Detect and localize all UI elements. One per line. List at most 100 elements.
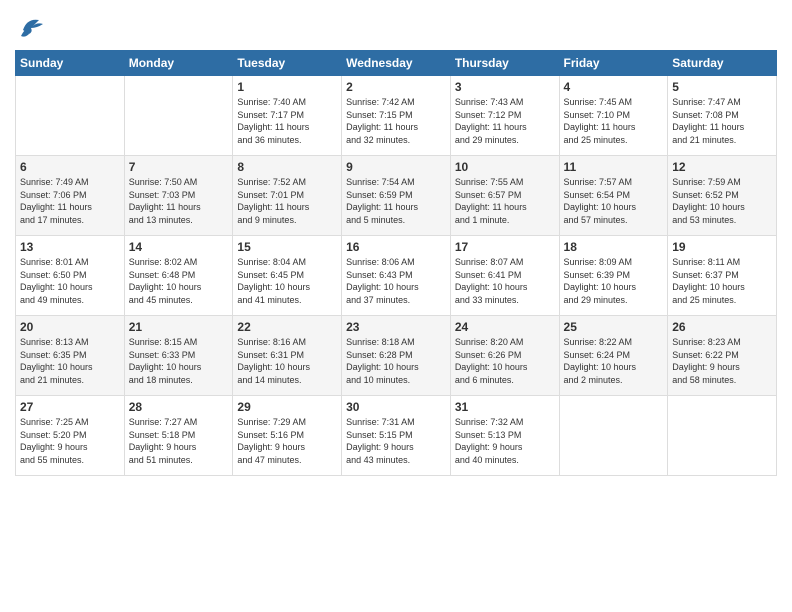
calendar-cell: 16 Sunrise: 8:06 AM Sunset: 6:43 PM Dayli… — [342, 236, 451, 316]
day-info: Sunrise: 8:23 AM Sunset: 6:22 PM Dayligh… — [672, 336, 772, 386]
day-info: Sunrise: 7:40 AM Sunset: 7:17 PM Dayligh… — [237, 96, 337, 146]
day-number: 7 — [129, 160, 229, 174]
day-info: Sunrise: 8:18 AM Sunset: 6:28 PM Dayligh… — [346, 336, 446, 386]
calendar-cell: 7 Sunrise: 7:50 AM Sunset: 7:03 PM Daylig… — [124, 156, 233, 236]
calendar-cell: 6 Sunrise: 7:49 AM Sunset: 7:06 PM Daylig… — [16, 156, 125, 236]
day-info: Sunrise: 7:25 AM Sunset: 5:20 PM Dayligh… — [20, 416, 120, 466]
calendar-cell: 11 Sunrise: 7:57 AM Sunset: 6:54 PM Dayli… — [559, 156, 668, 236]
calendar-cell: 29 Sunrise: 7:29 AM Sunset: 5:16 PM Dayli… — [233, 396, 342, 476]
day-info: Sunrise: 7:31 AM Sunset: 5:15 PM Dayligh… — [346, 416, 446, 466]
calendar-cell: 1Sunrise: 7:40 AM Sunset: 7:17 PM Daylig… — [233, 76, 342, 156]
day-number: 27 — [20, 400, 120, 414]
calendar-cell: 24 Sunrise: 8:20 AM Sunset: 6:26 PM Dayli… — [450, 316, 559, 396]
day-number: 12 — [672, 160, 772, 174]
day-number: 30 — [346, 400, 446, 414]
calendar-cell: 27 Sunrise: 7:25 AM Sunset: 5:20 PM Dayli… — [16, 396, 125, 476]
weekday-header-friday: Friday — [559, 51, 668, 76]
day-number: 8 — [237, 160, 337, 174]
calendar-cell — [668, 396, 777, 476]
day-info: Sunrise: 7:29 AM Sunset: 5:16 PM Dayligh… — [237, 416, 337, 466]
calendar-cell: 12 Sunrise: 7:59 AM Sunset: 6:52 PM Dayli… — [668, 156, 777, 236]
day-number: 2 — [346, 80, 446, 94]
day-info: Sunrise: 7:52 AM Sunset: 7:01 PM Dayligh… — [237, 176, 337, 226]
day-number: 26 — [672, 320, 772, 334]
day-number: 17 — [455, 240, 555, 254]
day-number: 9 — [346, 160, 446, 174]
calendar-cell: 21 Sunrise: 8:15 AM Sunset: 6:33 PM Dayli… — [124, 316, 233, 396]
day-info: Sunrise: 7:49 AM Sunset: 7:06 PM Dayligh… — [20, 176, 120, 226]
calendar-cell — [16, 76, 125, 156]
day-info: Sunrise: 7:45 AM Sunset: 7:10 PM Dayligh… — [564, 96, 664, 146]
day-number: 6 — [20, 160, 120, 174]
day-info: Sunrise: 8:06 AM Sunset: 6:43 PM Dayligh… — [346, 256, 446, 306]
day-info: Sunrise: 8:02 AM Sunset: 6:48 PM Dayligh… — [129, 256, 229, 306]
calendar-cell: 17 Sunrise: 8:07 AM Sunset: 6:41 PM Dayli… — [450, 236, 559, 316]
day-info: Sunrise: 7:43 AM Sunset: 7:12 PM Dayligh… — [455, 96, 555, 146]
weekday-header-thursday: Thursday — [450, 51, 559, 76]
calendar-cell: 13 Sunrise: 8:01 AM Sunset: 6:50 PM Dayli… — [16, 236, 125, 316]
day-number: 13 — [20, 240, 120, 254]
calendar-cell — [124, 76, 233, 156]
weekday-header-monday: Monday — [124, 51, 233, 76]
day-number: 5 — [672, 80, 772, 94]
day-number: 11 — [564, 160, 664, 174]
day-info: Sunrise: 8:16 AM Sunset: 6:31 PM Dayligh… — [237, 336, 337, 386]
weekday-header-wednesday: Wednesday — [342, 51, 451, 76]
week-row-0: 1Sunrise: 7:40 AM Sunset: 7:17 PM Daylig… — [16, 76, 777, 156]
calendar-cell: 15 Sunrise: 8:04 AM Sunset: 6:45 PM Dayli… — [233, 236, 342, 316]
day-info: Sunrise: 7:57 AM Sunset: 6:54 PM Dayligh… — [564, 176, 664, 226]
day-number: 14 — [129, 240, 229, 254]
calendar-table: SundayMondayTuesdayWednesdayThursdayFrid… — [15, 50, 777, 476]
day-info: Sunrise: 7:50 AM Sunset: 7:03 PM Dayligh… — [129, 176, 229, 226]
day-number: 20 — [20, 320, 120, 334]
calendar-cell: 22 Sunrise: 8:16 AM Sunset: 6:31 PM Dayli… — [233, 316, 342, 396]
calendar-cell: 8 Sunrise: 7:52 AM Sunset: 7:01 PM Daylig… — [233, 156, 342, 236]
day-number: 24 — [455, 320, 555, 334]
week-row-3: 20 Sunrise: 8:13 AM Sunset: 6:35 PM Dayli… — [16, 316, 777, 396]
day-number: 29 — [237, 400, 337, 414]
calendar-cell: 31Sunrise: 7:32 AM Sunset: 5:13 PM Dayli… — [450, 396, 559, 476]
day-info: Sunrise: 8:01 AM Sunset: 6:50 PM Dayligh… — [20, 256, 120, 306]
calendar-cell — [559, 396, 668, 476]
day-info: Sunrise: 8:09 AM Sunset: 6:39 PM Dayligh… — [564, 256, 664, 306]
day-number: 18 — [564, 240, 664, 254]
day-info: Sunrise: 8:13 AM Sunset: 6:35 PM Dayligh… — [20, 336, 120, 386]
calendar-cell: 4Sunrise: 7:45 AM Sunset: 7:10 PM Daylig… — [559, 76, 668, 156]
logo — [15, 10, 49, 42]
calendar-cell: 10 Sunrise: 7:55 AM Sunset: 6:57 PM Dayli… — [450, 156, 559, 236]
day-info: Sunrise: 7:55 AM Sunset: 6:57 PM Dayligh… — [455, 176, 555, 226]
weekday-header-tuesday: Tuesday — [233, 51, 342, 76]
day-info: Sunrise: 8:04 AM Sunset: 6:45 PM Dayligh… — [237, 256, 337, 306]
calendar-cell: 5 Sunrise: 7:47 AM Sunset: 7:08 PM Daylig… — [668, 76, 777, 156]
day-info: Sunrise: 8:07 AM Sunset: 6:41 PM Dayligh… — [455, 256, 555, 306]
day-info: Sunrise: 8:22 AM Sunset: 6:24 PM Dayligh… — [564, 336, 664, 386]
week-row-4: 27 Sunrise: 7:25 AM Sunset: 5:20 PM Dayli… — [16, 396, 777, 476]
day-number: 28 — [129, 400, 229, 414]
day-number: 19 — [672, 240, 772, 254]
calendar-cell: 18 Sunrise: 8:09 AM Sunset: 6:39 PM Dayli… — [559, 236, 668, 316]
bird-icon — [15, 10, 47, 42]
week-row-2: 13 Sunrise: 8:01 AM Sunset: 6:50 PM Dayli… — [16, 236, 777, 316]
calendar-cell: 2Sunrise: 7:42 AM Sunset: 7:15 PM Daylig… — [342, 76, 451, 156]
day-number: 16 — [346, 240, 446, 254]
calendar-cell: 25 Sunrise: 8:22 AM Sunset: 6:24 PM Dayli… — [559, 316, 668, 396]
calendar-cell: 28Sunrise: 7:27 AM Sunset: 5:18 PM Dayli… — [124, 396, 233, 476]
page-container: SundayMondayTuesdayWednesdayThursdayFrid… — [0, 0, 792, 486]
day-info: Sunrise: 7:59 AM Sunset: 6:52 PM Dayligh… — [672, 176, 772, 226]
week-row-1: 6 Sunrise: 7:49 AM Sunset: 7:06 PM Daylig… — [16, 156, 777, 236]
day-info: Sunrise: 8:15 AM Sunset: 6:33 PM Dayligh… — [129, 336, 229, 386]
day-info: Sunrise: 7:47 AM Sunset: 7:08 PM Dayligh… — [672, 96, 772, 146]
day-number: 3 — [455, 80, 555, 94]
day-number: 15 — [237, 240, 337, 254]
day-info: Sunrise: 7:32 AM Sunset: 5:13 PM Dayligh… — [455, 416, 555, 466]
calendar-cell: 14 Sunrise: 8:02 AM Sunset: 6:48 PM Dayli… — [124, 236, 233, 316]
day-number: 21 — [129, 320, 229, 334]
calendar-cell: 9Sunrise: 7:54 AM Sunset: 6:59 PM Daylig… — [342, 156, 451, 236]
calendar-cell: 30 Sunrise: 7:31 AM Sunset: 5:15 PM Dayli… — [342, 396, 451, 476]
day-number: 22 — [237, 320, 337, 334]
calendar-cell: 20 Sunrise: 8:13 AM Sunset: 6:35 PM Dayli… — [16, 316, 125, 396]
day-number: 25 — [564, 320, 664, 334]
day-info: Sunrise: 8:20 AM Sunset: 6:26 PM Dayligh… — [455, 336, 555, 386]
day-info: Sunrise: 8:11 AM Sunset: 6:37 PM Dayligh… — [672, 256, 772, 306]
day-number: 10 — [455, 160, 555, 174]
